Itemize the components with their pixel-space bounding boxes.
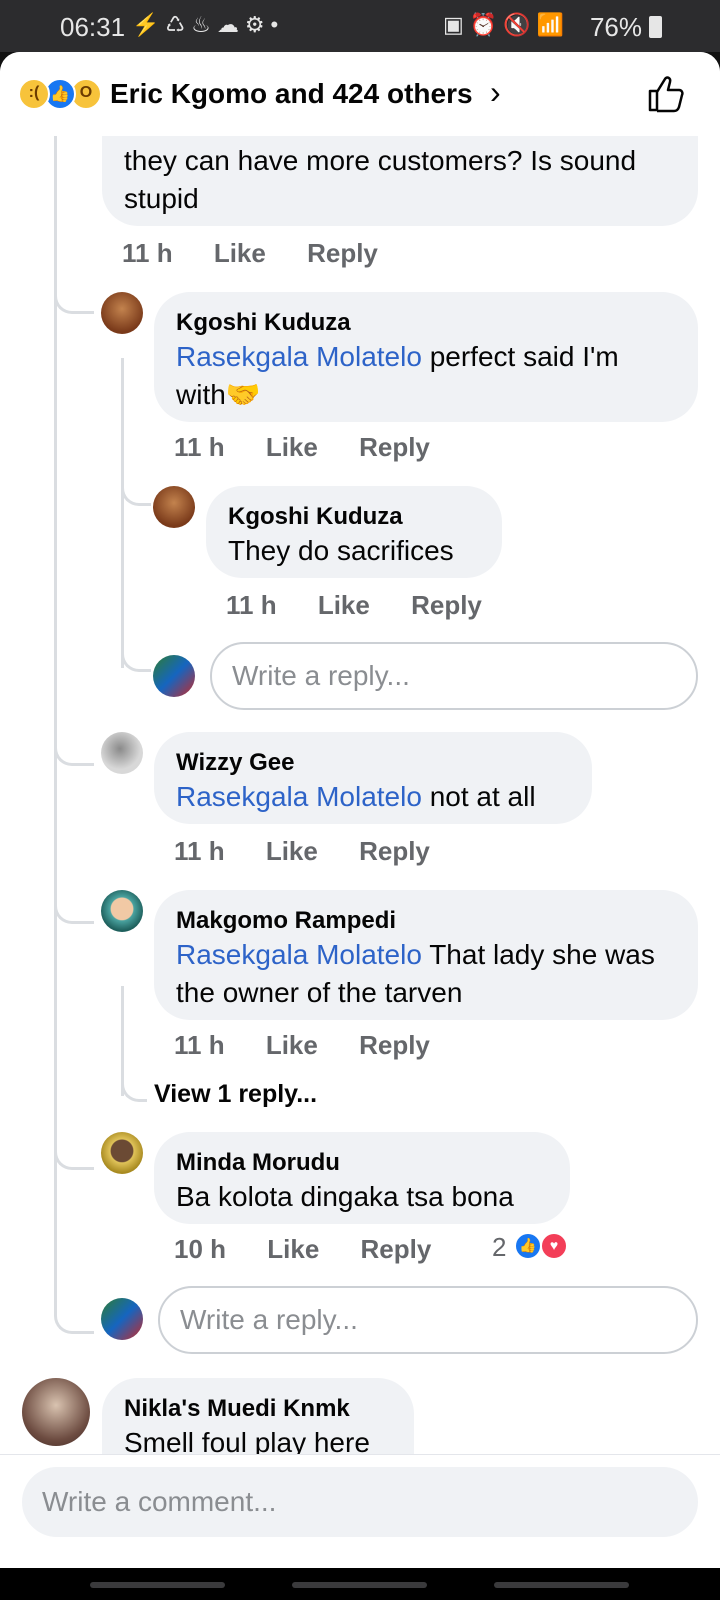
thread-branch	[121, 470, 151, 506]
comment-time: 11 h	[174, 1030, 225, 1060]
current-user-avatar	[153, 655, 195, 697]
reply-input[interactable]	[212, 644, 696, 708]
notification-icons: ⚡♺♨☁⚙•	[132, 12, 285, 37]
sad-reaction-icon: :(	[18, 78, 50, 110]
comment-bubble[interactable]: Makgomo Rampedi Rasekgala Molatelo That …	[154, 890, 698, 1020]
thread-line	[54, 136, 57, 1296]
comment-actions: 11 h Like Reply	[226, 590, 516, 621]
comment-actions: 11 h Like Reply	[174, 1030, 464, 1061]
thread-line	[121, 358, 124, 668]
avatar[interactable]	[101, 292, 143, 334]
comment-text: They do sacrifices	[228, 535, 454, 566]
comment-bubble[interactable]: Minda Morudu Ba kolota dingaka tsa bona	[154, 1132, 570, 1224]
avatar[interactable]	[101, 1132, 143, 1174]
comment-author[interactable]: Nikla's Muedi Knmk	[124, 1394, 392, 1424]
thread-branch	[54, 1296, 94, 1334]
comment-bubble[interactable]: they can have more customers? Is sound s…	[102, 136, 698, 226]
battery-icon	[649, 16, 662, 38]
battery-percent: 76%	[589, 12, 642, 42]
comment-text: Ba kolota dingaka tsa bona	[176, 1181, 514, 1212]
avatar[interactable]	[22, 1378, 90, 1446]
comment-actions: 11 h Like Reply	[122, 238, 412, 269]
comment-author[interactable]: Kgoshi Kuduza	[176, 308, 676, 338]
current-user-avatar	[101, 1298, 143, 1340]
view-replies-link[interactable]: View 1 reply...	[154, 1080, 317, 1109]
comment-bubble[interactable]: Wizzy Gee Rasekgala Molatelo not at all	[154, 732, 592, 824]
comment-input-box[interactable]	[22, 1467, 698, 1537]
nav-recents[interactable]	[90, 1582, 225, 1588]
status-time: 06:31	[60, 12, 126, 42]
reply-input-box[interactable]	[158, 1286, 698, 1354]
comment-text: Rasekgala Molatelo perfect said I'm with…	[176, 338, 676, 414]
comment-text: Rasekgala Molatelo not at all	[176, 778, 570, 816]
nav-home[interactable]	[292, 1582, 427, 1588]
avatar[interactable]	[153, 486, 195, 528]
nav-back[interactable]	[494, 1582, 629, 1588]
comment-actions: 11 h Like Reply	[174, 432, 464, 463]
reply-input-box[interactable]	[210, 642, 698, 710]
reply-button[interactable]: Reply	[411, 590, 482, 620]
comment-time: 10 h	[174, 1234, 227, 1264]
system-icons: ▣⏰🔇📶	[443, 12, 570, 37]
thread-branch	[54, 886, 94, 924]
reactions-summary[interactable]: Eric Kgomo and 424 others	[110, 78, 473, 110]
comment-composer	[0, 1454, 720, 1568]
comment-time: 11 h	[174, 432, 225, 462]
comments-sheet: :( 👍 O Eric Kgomo and 424 others › they …	[0, 52, 720, 1568]
comment-input[interactable]	[22, 1467, 698, 1537]
thread-branch	[54, 1132, 94, 1170]
reply-button[interactable]: Reply	[359, 836, 430, 866]
like-button[interactable]: Like	[266, 836, 318, 866]
reply-button[interactable]: Reply	[359, 1030, 430, 1060]
reply-button[interactable]: Reply	[359, 432, 430, 462]
thumbs-up-icon[interactable]	[646, 74, 686, 114]
love-reaction-icon: ♥	[540, 1232, 568, 1260]
avatar[interactable]	[101, 890, 143, 932]
system-nav-bar	[0, 1568, 720, 1600]
like-reaction-icon: 👍	[514, 1232, 542, 1260]
thread-branch	[121, 636, 151, 672]
comment-body: not at all	[421, 781, 536, 812]
mention-link[interactable]: Rasekgala Molatelo	[176, 341, 422, 372]
comment-text: Rasekgala Molatelo That lady she was the…	[176, 936, 676, 1012]
chevron-right-icon[interactable]: ›	[490, 74, 501, 111]
thread-branch	[54, 728, 94, 766]
comment-thread: they can have more customers? Is sound s…	[0, 136, 720, 1506]
comment-time: 11 h	[174, 836, 225, 866]
comment-time: 11 h	[226, 590, 277, 620]
comment-actions: 11 h Like Reply	[174, 836, 464, 867]
like-button[interactable]: Like	[214, 238, 266, 268]
comment-text: they can have more customers? Is sound s…	[124, 145, 637, 214]
comment-author[interactable]: Kgoshi Kuduza	[228, 502, 480, 532]
avatar[interactable]	[101, 732, 143, 774]
mention-link[interactable]: Rasekgala Molatelo	[176, 781, 422, 812]
comment-actions: 10 h Like Reply	[174, 1234, 465, 1265]
like-button[interactable]: Like	[266, 1030, 318, 1060]
thread-branch	[121, 1066, 147, 1102]
comment-author[interactable]: Wizzy Gee	[176, 748, 570, 778]
status-bar: 06:31 ⚡♺♨☁⚙• ▣⏰🔇📶 76%	[0, 0, 720, 52]
like-button[interactable]: Like	[318, 590, 370, 620]
comment-author[interactable]: Minda Morudu	[176, 1148, 548, 1178]
comment-author[interactable]: Makgomo Rampedi	[176, 906, 676, 936]
reaction-count[interactable]: 2	[492, 1232, 506, 1263]
like-button[interactable]: Like	[266, 432, 318, 462]
like-button[interactable]: Like	[267, 1234, 319, 1264]
reply-button[interactable]: Reply	[361, 1234, 432, 1264]
comment-bubble[interactable]: Kgoshi Kuduza They do sacrifices	[206, 486, 502, 578]
comment-time: 11 h	[122, 238, 173, 268]
reply-button[interactable]: Reply	[307, 238, 378, 268]
comment-bubble[interactable]: Kgoshi Kuduza Rasekgala Molatelo perfect…	[154, 292, 698, 422]
mention-link[interactable]: Rasekgala Molatelo	[176, 939, 422, 970]
reply-input[interactable]	[160, 1288, 696, 1352]
reactions-header[interactable]: :( 👍 O Eric Kgomo and 424 others ›	[0, 52, 720, 136]
thread-branch	[54, 276, 94, 314]
